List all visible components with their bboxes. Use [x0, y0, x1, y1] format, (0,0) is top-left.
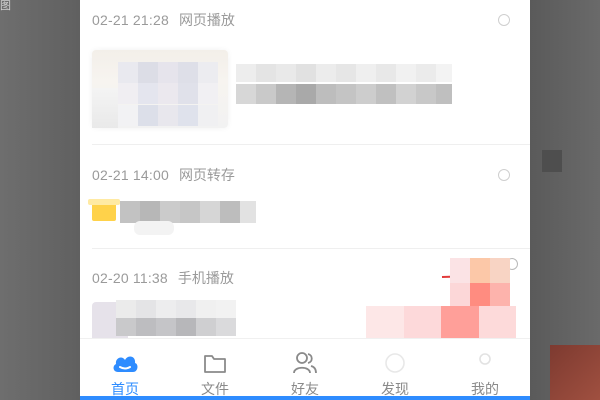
list-item[interactable]: 02-21 14:00 网页转存: [80, 163, 530, 247]
backdrop-right: [530, 0, 600, 400]
divider: [92, 248, 530, 249]
title-mosaic-2: [236, 84, 452, 104]
list-item[interactable]: 02-21 21:28 网页播放: [80, 8, 530, 144]
backdrop-blot: [542, 150, 562, 172]
cloud-icon: [111, 349, 139, 377]
item-header: 02-20 11:38 手机播放: [92, 266, 234, 290]
item-time: 02-21 14:00: [92, 167, 169, 183]
filename-mosaic: [120, 201, 256, 223]
item-type: 手机播放: [177, 270, 234, 286]
profile-icon: [471, 349, 499, 377]
thumbnail-edge: [92, 88, 118, 128]
corner-glyph: 图: [0, 0, 11, 12]
item-header: 02-21 14:00 网页转存: [92, 163, 235, 187]
folder-icon: [92, 203, 116, 221]
thumbnail-mosaic: [118, 62, 218, 126]
friends-icon: [291, 349, 319, 377]
folder-icon-tab: [88, 199, 120, 205]
tab-files[interactable]: 文件: [170, 339, 260, 400]
tab-profile[interactable]: 我的: [440, 339, 530, 400]
blur-smudge: [134, 221, 174, 235]
bottom-tab-bar: 首页 文件 好友 发现 我的: [80, 338, 530, 400]
item-time: 02-20 11:38: [92, 270, 168, 286]
item-header: 02-21 21:28 网页播放: [92, 8, 235, 32]
item-type: 网页转存: [178, 167, 235, 183]
folder-icon: [201, 349, 229, 377]
backdrop-left: [0, 0, 80, 400]
divider: [92, 144, 530, 145]
item-type: 网页播放: [178, 12, 235, 28]
pixelated-overlay: [430, 258, 510, 308]
tab-discover[interactable]: 发现: [350, 339, 440, 400]
item-time: 02-21 21:28: [92, 12, 169, 28]
backdrop-red-patch: [550, 345, 600, 400]
tab-friends[interactable]: 好友: [260, 339, 350, 400]
tab-bar-underline: [80, 396, 530, 400]
select-radio[interactable]: [498, 14, 510, 26]
tab-home[interactable]: 首页: [80, 339, 170, 400]
select-radio[interactable]: [498, 169, 510, 181]
phone-screen: 02-21 21:28 网页播放 02-21 14:00 网页转存 02-20 …: [80, 0, 530, 400]
discover-icon: [381, 349, 409, 377]
title-mosaic: [236, 64, 452, 82]
title-mosaic: [116, 300, 236, 336]
